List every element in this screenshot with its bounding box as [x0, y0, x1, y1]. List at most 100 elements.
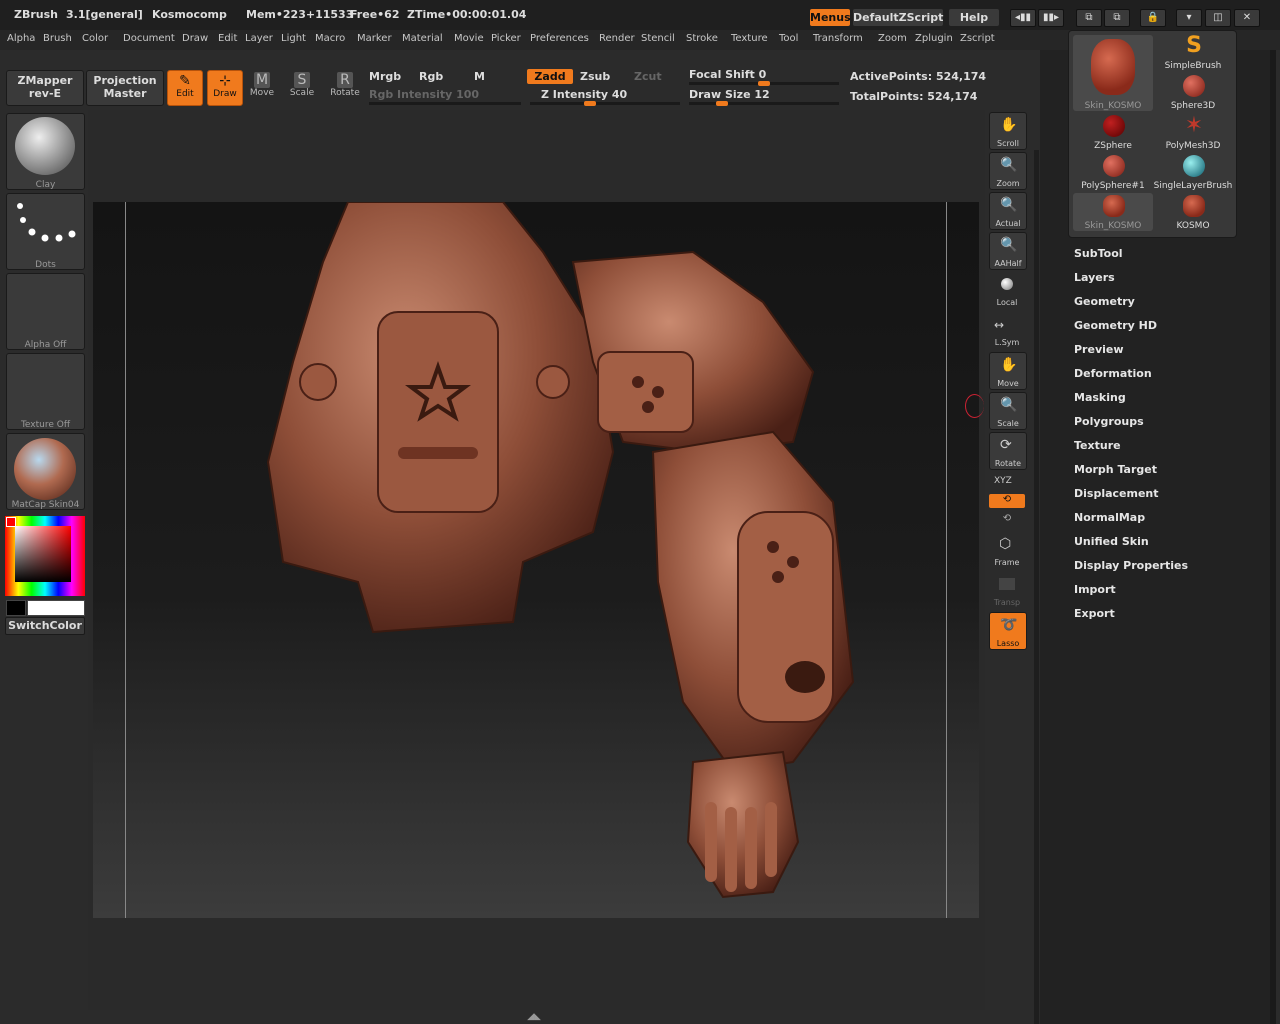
- tool-kosmo[interactable]: KOSMO: [1153, 193, 1233, 231]
- focal-shift-knob[interactable]: [758, 81, 770, 86]
- z-intensity-slider[interactable]: Z Intensity 40: [541, 88, 627, 101]
- menu-zoom[interactable]: Zoom: [878, 33, 907, 44]
- minimize-icon[interactable]: ▾: [1176, 9, 1202, 27]
- menu-movie[interactable]: Movie: [454, 33, 484, 44]
- menu-draw[interactable]: Draw: [182, 33, 208, 44]
- menu-edit[interactable]: Edit: [218, 33, 237, 44]
- brush-swatch[interactable]: Clay: [6, 113, 85, 190]
- palette-geometry-hd[interactable]: Geometry HD: [1074, 319, 1157, 332]
- alpha-swatch[interactable]: Alpha Off: [6, 273, 85, 350]
- texture-swatch[interactable]: Texture Off: [6, 353, 85, 430]
- rotate-view-button[interactable]: ⟳ Rotate: [989, 432, 1027, 470]
- document-viewport[interactable]: [93, 202, 979, 918]
- menu-alpha[interactable]: Alpha: [7, 33, 35, 44]
- color-square[interactable]: [15, 526, 71, 582]
- default-zscript-button[interactable]: DefaultZScript: [853, 9, 943, 26]
- menu-light[interactable]: Light: [281, 33, 306, 44]
- menu-render[interactable]: Render: [599, 33, 635, 44]
- lsym-button[interactable]: ↔ L.Sym: [989, 312, 1025, 348]
- primary-color-swatch[interactable]: [27, 600, 85, 616]
- draw-size-knob[interactable]: [716, 101, 728, 106]
- actual-button[interactable]: 🔍 Actual: [989, 192, 1027, 230]
- local-button[interactable]: Local: [989, 272, 1025, 308]
- z-rotate-icon[interactable]: ⟲: [989, 513, 1025, 527]
- palette-polygroups[interactable]: Polygroups: [1074, 415, 1144, 428]
- mrgb-toggle[interactable]: Mrgb: [369, 70, 401, 83]
- color-marker[interactable]: [6, 517, 16, 527]
- move-view-button[interactable]: ✋ Move: [989, 352, 1027, 390]
- scale-button[interactable]: S Scale: [287, 72, 317, 98]
- menu-tool[interactable]: Tool: [779, 33, 798, 44]
- edit-button[interactable]: ✎ Edit: [167, 70, 203, 106]
- robot-arm-model[interactable]: [93, 202, 979, 918]
- palette-preview[interactable]: Preview: [1074, 343, 1124, 356]
- menu-layer[interactable]: Layer: [245, 33, 273, 44]
- rgb-intensity-slider[interactable]: Rgb Intensity 100: [369, 88, 479, 101]
- focal-shift-slider[interactable]: Focal Shift 0: [689, 68, 766, 81]
- scale-view-button[interactable]: 🔍 Scale: [989, 392, 1027, 430]
- menu-color[interactable]: Color: [82, 33, 108, 44]
- layout-icon-2[interactable]: ⧉: [1104, 9, 1130, 27]
- projection-master-button[interactable]: Projection Master: [86, 70, 164, 106]
- tool-singlelayerbrush[interactable]: SingleLayerBrush: [1153, 153, 1233, 191]
- zcut-toggle[interactable]: Zcut: [634, 70, 662, 83]
- tool-polymesh3d[interactable]: ✶ PolyMesh3D: [1153, 113, 1233, 152]
- menu-material[interactable]: Material: [402, 33, 443, 44]
- color-picker[interactable]: [5, 516, 85, 596]
- menu-document[interactable]: Document: [123, 33, 175, 44]
- menu-marker[interactable]: Marker: [357, 33, 392, 44]
- material-swatch[interactable]: MatCap Skin04: [6, 433, 85, 510]
- draw-size-slider[interactable]: Draw Size 12: [689, 88, 770, 101]
- panel-divider[interactable]: [1034, 150, 1039, 1024]
- help-button[interactable]: Help: [949, 9, 999, 26]
- menu-texture[interactable]: Texture: [731, 33, 768, 44]
- palette-export[interactable]: Export: [1074, 607, 1115, 620]
- zmapper-button[interactable]: ZMapper rev-E: [6, 70, 84, 106]
- m-toggle[interactable]: M: [474, 70, 485, 83]
- scroll-button[interactable]: ✋ Scroll: [989, 112, 1027, 150]
- palette-geometry[interactable]: Geometry: [1074, 295, 1135, 308]
- palette-masking[interactable]: Masking: [1074, 391, 1126, 404]
- menu-zscript[interactable]: Zscript: [960, 33, 995, 44]
- zadd-toggle[interactable]: Zadd: [527, 69, 573, 84]
- palette-texture[interactable]: Texture: [1074, 439, 1121, 452]
- palette-morph-target[interactable]: Morph Target: [1074, 463, 1157, 476]
- menu-preferences[interactable]: Preferences: [530, 33, 589, 44]
- menu-transform[interactable]: Transform: [813, 33, 863, 44]
- menu-macro[interactable]: Macro: [315, 33, 345, 44]
- lock-icon[interactable]: 🔒: [1140, 9, 1166, 27]
- switch-color-button[interactable]: SwitchColor: [5, 617, 85, 635]
- menu-picker[interactable]: Picker: [491, 33, 521, 44]
- close-icon[interactable]: ✕: [1234, 9, 1260, 27]
- xyz-toggle[interactable]: XYZ: [994, 476, 1012, 486]
- menu-stroke[interactable]: Stroke: [686, 33, 718, 44]
- toolbar-scroll-right-icon[interactable]: ▮▮▸: [1038, 9, 1064, 27]
- tool-zsphere[interactable]: ZSphere: [1073, 113, 1153, 151]
- right-scrollbar[interactable]: [1270, 50, 1276, 1024]
- palette-normalmap[interactable]: NormalMap: [1074, 511, 1145, 524]
- aahalf-button[interactable]: 🔍 AAHalf: [989, 232, 1027, 270]
- zoom-button[interactable]: 🔍 Zoom: [989, 152, 1027, 190]
- palette-layers[interactable]: Layers: [1074, 271, 1115, 284]
- palette-displacement[interactable]: Displacement: [1074, 487, 1159, 500]
- y-rotate-icon[interactable]: ⟲: [989, 494, 1025, 508]
- zsub-toggle[interactable]: Zsub: [580, 70, 610, 83]
- rotate-button[interactable]: R Rotate: [328, 72, 362, 98]
- palette-subtool[interactable]: SubTool: [1074, 247, 1123, 260]
- layout-icon-1[interactable]: ⧉: [1076, 9, 1102, 27]
- secondary-color-swatch[interactable]: [6, 600, 26, 616]
- move-button[interactable]: M Move: [247, 72, 277, 98]
- menus-button[interactable]: Menus: [810, 9, 851, 26]
- tool-skin-kosmo[interactable]: Skin_KOSMO: [1073, 193, 1153, 231]
- rgb-toggle[interactable]: Rgb: [419, 70, 443, 83]
- lasso-button[interactable]: ➰ Lasso: [989, 612, 1027, 650]
- toolbar-scroll-left-icon[interactable]: ◂▮▮: [1010, 9, 1036, 27]
- bottom-tray-toggle-icon[interactable]: ◢◣: [522, 1012, 546, 1022]
- draw-button[interactable]: ⊹ Draw: [207, 70, 243, 106]
- tool-simplebrush[interactable]: S SimpleBrush: [1153, 33, 1233, 72]
- tool-skin-kosmo-large[interactable]: Skin_KOSMO: [1073, 35, 1153, 111]
- tool-sphere3d[interactable]: Sphere3D: [1153, 73, 1233, 111]
- palette-import[interactable]: Import: [1074, 583, 1116, 596]
- palette-unified-skin[interactable]: Unified Skin: [1074, 535, 1149, 548]
- palette-display-properties[interactable]: Display Properties: [1074, 559, 1188, 572]
